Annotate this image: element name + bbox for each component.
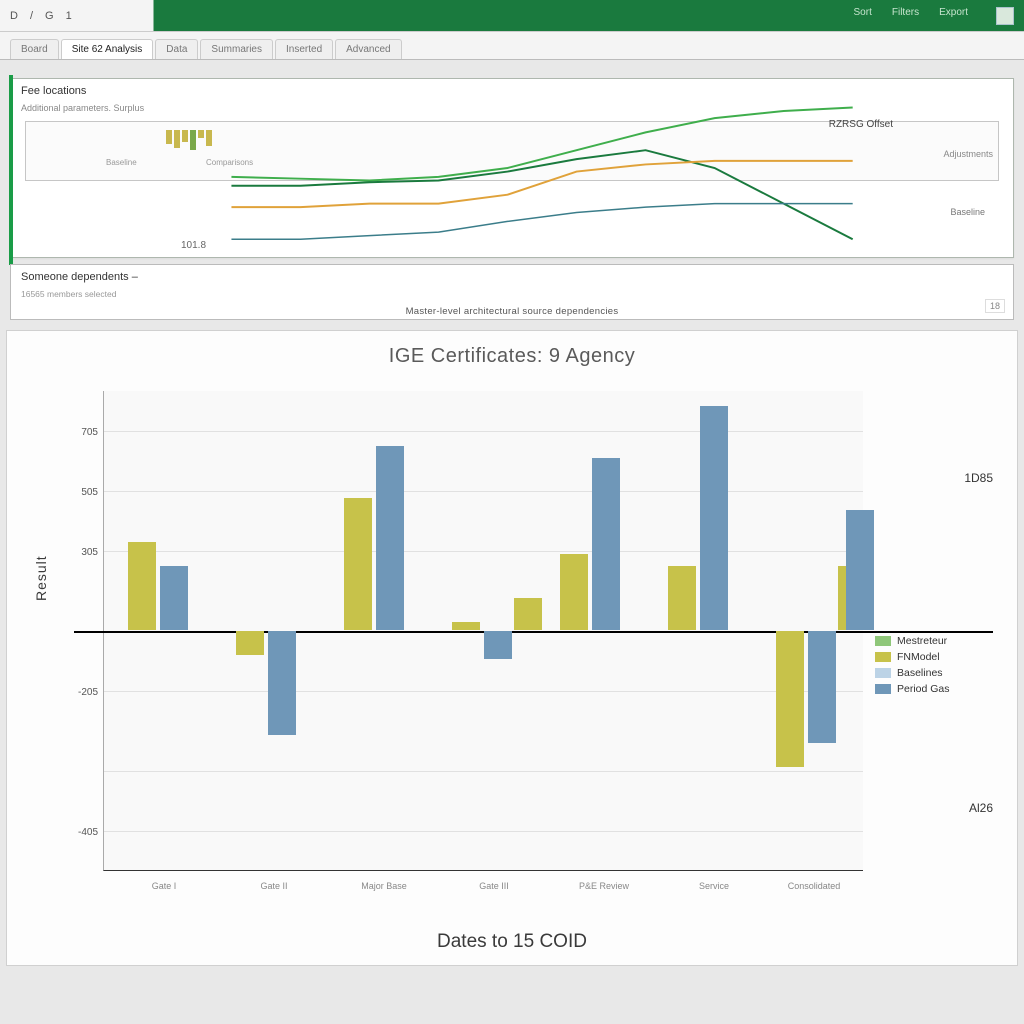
- col-D: D: [10, 10, 18, 22]
- legend-row-0: Mestreteur: [875, 635, 1005, 647]
- col-G: G: [45, 10, 54, 22]
- bar: [700, 406, 728, 630]
- bar: [376, 446, 404, 630]
- zero-line: [74, 631, 993, 633]
- legend-label-1: FNModel: [897, 651, 940, 663]
- secondary-caption: Master-level architectural source depend…: [11, 306, 1013, 317]
- bar: [514, 598, 542, 630]
- upper-val: 101.8: [181, 240, 206, 251]
- xlab-5: Service: [664, 881, 764, 891]
- chart-title: IGE Certificates: 9 Agency: [7, 331, 1017, 368]
- legend-swatch-1: [875, 652, 891, 662]
- ribbon-right: Sort Filters Export: [854, 7, 1014, 25]
- anno-top: 1D85: [964, 471, 993, 485]
- main-chart: IGE Certificates: 9 Agency Result 705 50…: [6, 330, 1018, 966]
- ribbon-bar: D / G 1 Sort Filters Export: [0, 0, 1024, 32]
- legend: Mestreteur FNModel Baselines Period Gas: [875, 631, 1005, 699]
- bar: [160, 566, 188, 630]
- xlab-0: Gate I: [114, 881, 214, 891]
- legend-label-0: Mestreteur: [897, 635, 947, 647]
- bar: [484, 631, 512, 659]
- upper-lines-svg: [11, 79, 1013, 257]
- ytick-4: -405: [78, 827, 104, 838]
- legend-swatch-2: [875, 668, 891, 678]
- bar: [236, 631, 264, 655]
- plot-area: 705 505 305 -205 -405 Gate I Gate II Maj…: [103, 391, 863, 871]
- legend-swatch-3: [875, 684, 891, 694]
- legend-row-2: Baselines: [875, 667, 1005, 679]
- tab-inserted[interactable]: Inserted: [275, 39, 333, 59]
- tab-advanced[interactable]: Advanced: [335, 39, 401, 59]
- bar: [808, 631, 836, 743]
- bar: [128, 542, 156, 630]
- legend-label-3: Period Gas: [897, 683, 950, 695]
- tab-strip: Board Site 62 Analysis Data Summaries In…: [0, 32, 1024, 60]
- tab-data[interactable]: Data: [155, 39, 198, 59]
- upper-r1: RZRSG Offset: [829, 119, 893, 130]
- y-axis-label: Result: [33, 555, 49, 601]
- secondary-sub: 16565 members selected: [11, 289, 1013, 299]
- tab-summaries[interactable]: Summaries: [200, 39, 273, 59]
- xlab-2: Major Base: [334, 881, 434, 891]
- upper-r3: Baseline: [950, 207, 985, 217]
- ytick-0: 705: [81, 427, 104, 438]
- secondary-tag: 18: [985, 299, 1005, 313]
- tab-site-analysis[interactable]: Site 62 Analysis: [61, 39, 154, 59]
- upper-line-panel: Fee locations Additional parameters. Sur…: [10, 78, 1014, 258]
- ribbon-item-filters[interactable]: Filters: [892, 7, 919, 25]
- anno-mid: Al26: [969, 801, 993, 815]
- bar: [592, 458, 620, 630]
- col-1: 1: [66, 10, 72, 22]
- ytick-3: -205: [78, 687, 104, 698]
- tab-board[interactable]: Board: [10, 39, 59, 59]
- upper-r2: Adjustments: [943, 149, 993, 159]
- bar: [452, 622, 480, 630]
- ytick-2: 305: [81, 547, 104, 558]
- bar: [344, 498, 372, 630]
- legend-swatch-0: [875, 636, 891, 646]
- legend-row-1: FNModel: [875, 651, 1005, 663]
- ribbon-item-export[interactable]: Export: [939, 7, 968, 25]
- legend-row-3: Period Gas: [875, 683, 1005, 695]
- xlab-1: Gate II: [224, 881, 324, 891]
- ribbon-square-icon[interactable]: [996, 7, 1014, 25]
- ribbon-item-sort[interactable]: Sort: [854, 7, 872, 25]
- x-axis-title: Dates to 15 COID: [7, 931, 1017, 953]
- secondary-box: Someone dependents – 16565 members selec…: [10, 264, 1014, 320]
- legend-label-2: Baselines: [897, 667, 943, 679]
- secondary-title: Someone dependents –: [11, 265, 1013, 289]
- xlab-6: Consolidated: [764, 881, 864, 891]
- sep: /: [30, 10, 33, 22]
- xlab-3: Gate III: [444, 881, 544, 891]
- ytick-1: 505: [81, 487, 104, 498]
- bar: [846, 510, 874, 630]
- bar: [560, 554, 588, 630]
- bar: [776, 631, 804, 767]
- xlab-4: P&E Review: [554, 881, 654, 891]
- bar: [268, 631, 296, 735]
- bar: [668, 566, 696, 630]
